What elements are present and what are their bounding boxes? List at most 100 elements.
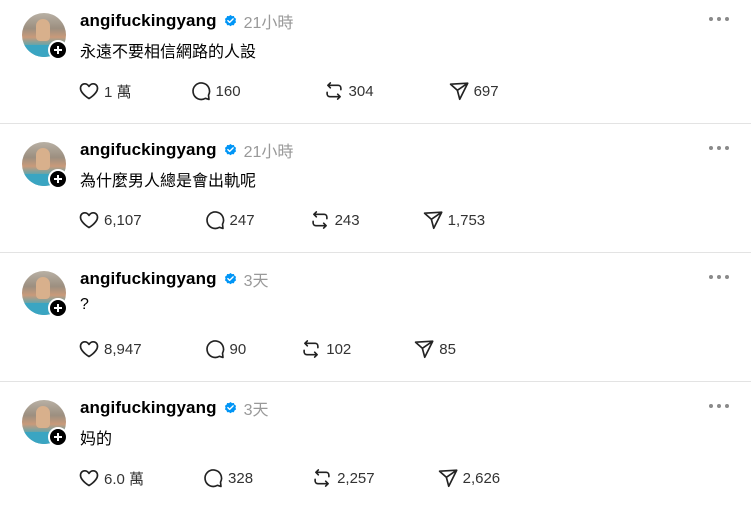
like-count: 6.0 萬 xyxy=(104,470,145,488)
post: angifuckingyang 21小時 永遠不要相信網路的人設 1 萬 160 xyxy=(0,0,751,124)
share-count: 2,626 xyxy=(462,469,501,487)
username[interactable]: angifuckingyang xyxy=(80,398,217,418)
dot xyxy=(725,17,729,21)
reply-button[interactable]: 247 xyxy=(204,209,255,231)
share-button[interactable]: 697 xyxy=(448,80,499,102)
repost-count: 102 xyxy=(326,340,352,358)
reply-button[interactable]: 328 xyxy=(202,467,253,489)
heart-icon xyxy=(79,212,99,229)
repost-icon xyxy=(303,340,319,358)
reply-count: 247 xyxy=(229,211,255,229)
verified-badge-icon xyxy=(224,14,236,26)
plus-icon[interactable] xyxy=(48,169,68,189)
repost-count: 2,257 xyxy=(337,469,375,487)
post: angifuckingyang 3天 ? 8,947 90 102 85 xyxy=(0,253,751,382)
share-count: 1,753 xyxy=(447,211,486,229)
repost-button[interactable]: 243 xyxy=(309,209,360,231)
send-icon xyxy=(438,469,458,488)
share-button[interactable]: 85 xyxy=(413,338,456,360)
comment-bubble-icon xyxy=(205,340,224,359)
avatar-container[interactable] xyxy=(22,13,68,60)
more-options-icon[interactable] xyxy=(709,396,729,416)
repost-icon xyxy=(314,469,330,487)
like-count: 8,947 xyxy=(104,340,142,358)
reply-count: 328 xyxy=(228,469,254,487)
comment-bubble-icon xyxy=(191,82,210,101)
comment-bubble-icon xyxy=(205,211,224,230)
post-text: 為什麼男人總是會出軌呢 xyxy=(80,173,257,190)
comment-bubble-icon xyxy=(204,469,223,488)
heart-icon xyxy=(79,83,99,100)
reply-button[interactable]: 90 xyxy=(204,338,247,360)
verified-badge-icon xyxy=(224,401,236,413)
repost-button[interactable]: 304 xyxy=(323,80,374,102)
heart-icon xyxy=(79,341,99,358)
repost-icon xyxy=(325,82,342,100)
post-text: ? xyxy=(80,296,89,313)
avatar-container[interactable] xyxy=(22,142,68,189)
reply-count: 160 xyxy=(215,82,241,100)
repost-icon xyxy=(311,211,328,229)
like-button[interactable]: 1 萬 xyxy=(78,80,132,102)
post-header: angifuckingyang 3天 xyxy=(80,396,268,420)
like-count: 6,107 xyxy=(104,211,142,229)
dot xyxy=(725,404,729,408)
post-actions: 1 萬 160 304 697 xyxy=(78,79,499,103)
share-count: 697 xyxy=(473,82,499,100)
reply-button[interactable]: 160 xyxy=(190,80,241,102)
dot xyxy=(717,404,721,408)
reply-count: 90 xyxy=(229,340,247,358)
post-timestamp[interactable]: 21小時 xyxy=(244,138,294,162)
dot xyxy=(709,275,713,279)
dot xyxy=(709,146,713,150)
more-options-icon[interactable] xyxy=(709,9,729,29)
heart-icon xyxy=(79,470,99,487)
plus-icon[interactable] xyxy=(48,298,68,318)
verified-badge-icon xyxy=(224,272,236,284)
dot xyxy=(717,146,721,150)
like-button[interactable]: 6,107 xyxy=(78,209,142,231)
send-icon xyxy=(449,82,469,101)
send-icon xyxy=(415,340,434,359)
more-options-icon[interactable] xyxy=(709,138,729,158)
share-button[interactable]: 1,753 xyxy=(422,209,486,231)
post-header: angifuckingyang 3天 xyxy=(80,267,268,291)
more-options-icon[interactable] xyxy=(709,267,729,287)
dot xyxy=(725,146,729,150)
avatar-container[interactable] xyxy=(22,271,68,318)
post-timestamp[interactable]: 21小時 xyxy=(244,9,294,33)
post-timestamp[interactable]: 3天 xyxy=(244,267,269,291)
like-count: 1 萬 xyxy=(104,83,132,101)
username[interactable]: angifuckingyang xyxy=(80,269,217,289)
repost-button[interactable]: 2,257 xyxy=(311,467,375,489)
dot xyxy=(725,275,729,279)
post: angifuckingyang 21小時 為什麼男人總是會出軌呢 6,107 2… xyxy=(0,124,751,253)
like-button[interactable]: 6.0 萬 xyxy=(78,467,144,489)
post-actions: 6.0 萬 328 2,257 2,626 xyxy=(78,466,500,490)
like-button[interactable]: 8,947 xyxy=(78,338,142,360)
username[interactable]: angifuckingyang xyxy=(80,140,217,160)
post-text: 妈的 xyxy=(80,431,113,448)
share-button[interactable]: 2,626 xyxy=(437,467,501,489)
repost-count: 304 xyxy=(348,82,374,100)
post-text: 永遠不要相信網路的人設 xyxy=(80,44,257,61)
post-header: angifuckingyang 21小時 xyxy=(80,9,293,33)
share-count: 85 xyxy=(439,340,456,358)
dot xyxy=(717,17,721,21)
avatar-container[interactable] xyxy=(22,400,68,447)
plus-icon[interactable] xyxy=(48,427,68,447)
post-timestamp[interactable]: 3天 xyxy=(244,396,269,420)
feed: angifuckingyang 21小時 永遠不要相信網路的人設 1 萬 160 xyxy=(0,0,751,503)
username[interactable]: angifuckingyang xyxy=(80,11,217,31)
verified-badge-icon xyxy=(224,143,236,155)
post: angifuckingyang 3天 妈的 6.0 萬 328 2,257 2,… xyxy=(0,382,751,511)
dot xyxy=(717,275,721,279)
repost-button[interactable]: 102 xyxy=(300,338,351,360)
post-actions: 8,947 90 102 85 xyxy=(78,337,456,361)
dot xyxy=(709,404,713,408)
post-header: angifuckingyang 21小時 xyxy=(80,138,293,162)
send-icon xyxy=(423,211,443,230)
plus-icon[interactable] xyxy=(48,40,68,60)
dot xyxy=(709,17,713,21)
post-actions: 6,107 247 243 1,753 xyxy=(78,208,485,232)
